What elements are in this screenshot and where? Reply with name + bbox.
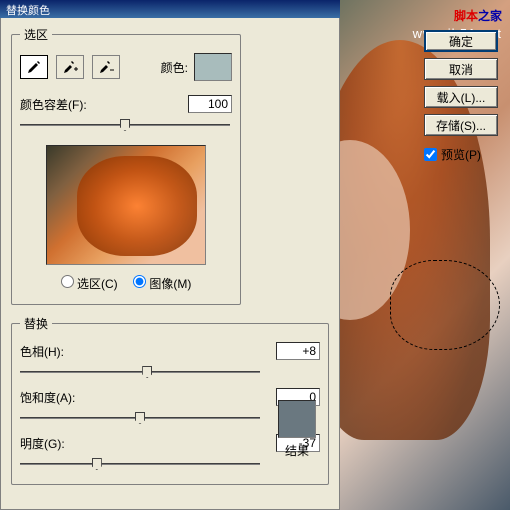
hue-label: 色相(H): xyxy=(20,343,90,360)
color-label: 颜色: xyxy=(161,59,188,76)
result-label: 结果 xyxy=(278,442,316,459)
fuzziness-label: 颜色容差(F): xyxy=(20,96,87,113)
fuzziness-input[interactable] xyxy=(188,95,232,113)
watermark-logo: 脚本之家 xyxy=(454,4,502,25)
replace-legend: 替换 xyxy=(20,315,52,332)
load-button[interactable]: 载入(L)... xyxy=(424,86,498,108)
hue-slider[interactable] xyxy=(20,364,260,380)
eyedropper-row: 颜色: xyxy=(20,53,232,81)
lightness-slider[interactable] xyxy=(20,456,260,472)
result-column: 结果 xyxy=(278,400,316,459)
ok-button[interactable]: 确定 xyxy=(424,30,498,52)
preview-checkbox[interactable] xyxy=(424,148,437,161)
button-column: 确定 取消 载入(L)... 存储(S)... 预览(P) xyxy=(424,30,498,163)
eyedropper-minus-icon xyxy=(98,59,114,75)
radio-selection[interactable] xyxy=(61,275,74,288)
dialog-titlebar: 替换颜色 xyxy=(0,0,340,18)
slider-thumb[interactable] xyxy=(142,366,152,378)
hue-input[interactable] xyxy=(276,342,320,360)
selection-marquee xyxy=(390,260,500,350)
replace-color-dialog: 选区 颜色: 颜色容差(F): xyxy=(0,18,340,510)
selection-fieldset: 选区 颜色: 颜色容差(F): xyxy=(11,26,241,305)
slider-track xyxy=(20,371,260,373)
eyedropper-add-button[interactable] xyxy=(56,55,84,79)
preview-label[interactable]: 预览(P) xyxy=(441,146,481,163)
radio-image-label[interactable]: 图像(M) xyxy=(133,277,191,291)
result-swatch[interactable] xyxy=(278,400,316,438)
radio-image[interactable] xyxy=(133,275,146,288)
eyedropper-button[interactable] xyxy=(20,55,48,79)
selection-color-swatch[interactable] xyxy=(194,53,232,81)
save-button[interactable]: 存储(S)... xyxy=(424,114,498,136)
fuzziness-slider[interactable] xyxy=(20,117,230,133)
saturation-slider[interactable] xyxy=(20,410,260,426)
eyedropper-plus-icon xyxy=(62,59,78,75)
slider-thumb[interactable] xyxy=(92,458,102,470)
selection-preview xyxy=(46,145,206,265)
eyedropper-icon xyxy=(26,59,42,75)
slider-thumb[interactable] xyxy=(120,119,130,131)
selection-legend: 选区 xyxy=(20,26,52,43)
slider-track xyxy=(20,463,260,465)
cancel-button[interactable]: 取消 xyxy=(424,58,498,80)
eyedropper-subtract-button[interactable] xyxy=(92,55,120,79)
lightness-label: 明度(G): xyxy=(20,435,90,452)
radio-selection-label[interactable]: 选区(C) xyxy=(61,277,118,291)
slider-thumb[interactable] xyxy=(135,412,145,424)
saturation-label: 饱和度(A): xyxy=(20,389,90,406)
replace-fieldset: 替换 色相(H): 饱和度(A): 明度(G): xyxy=(11,315,329,485)
preview-mode-radios: 选区(C) 图像(M) xyxy=(20,275,232,292)
preview-hair xyxy=(77,156,197,256)
